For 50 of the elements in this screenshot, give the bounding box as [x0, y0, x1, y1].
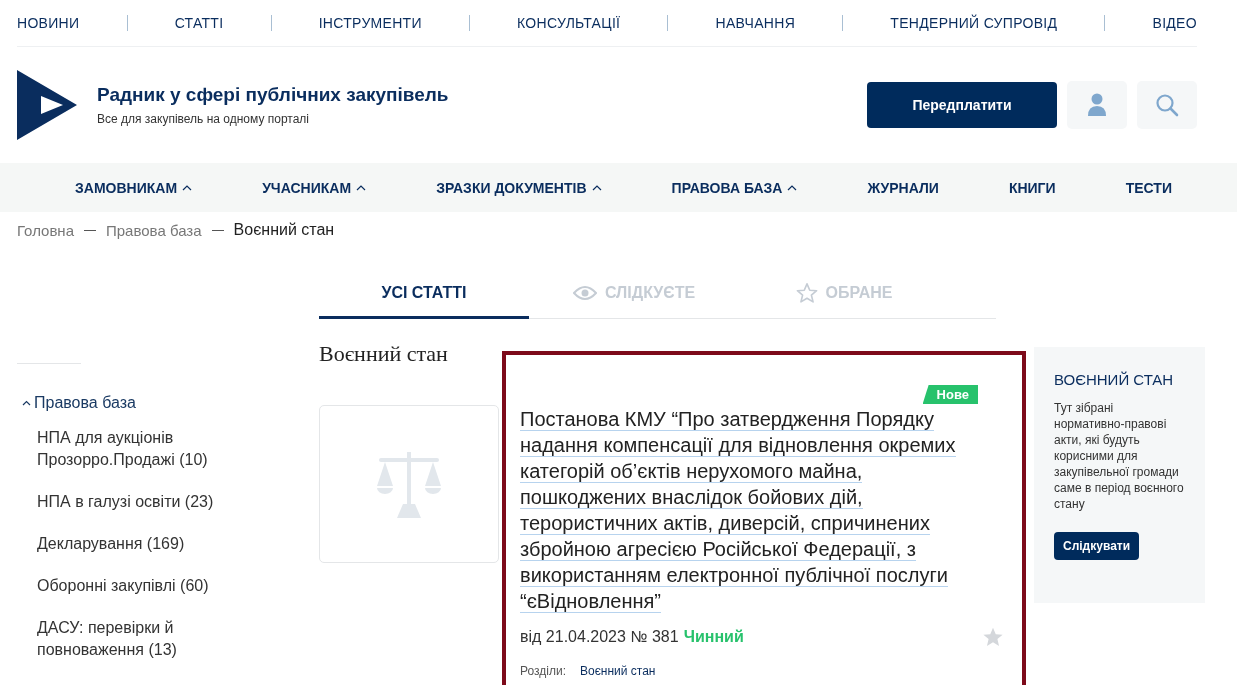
menu-item[interactable]: ЖУРНАЛИ — [867, 179, 939, 196]
site-title: Радник у сфері публічних закупівель — [97, 84, 449, 106]
site-subtitle: Все для закупівель на одному порталі — [97, 112, 311, 126]
status-label: Чинний — [683, 628, 744, 646]
breadcrumb-link[interactable]: Головна — [17, 221, 74, 239]
top-nav-link[interactable]: НАВЧАННЯ — [715, 15, 796, 31]
star-icon — [795, 281, 818, 304]
top-nav-link[interactable]: КОНСУЛЬТАЦІЇ — [517, 15, 621, 31]
menu-item[interactable]: ПРАВОВА БАЗА — [671, 179, 798, 196]
menu-item[interactable]: ТЕСТИ — [1125, 179, 1172, 196]
page-heading: Воєнний стан — [319, 341, 449, 367]
follow-button[interactable]: Слідкувати — [1054, 532, 1140, 560]
sidebar-subitem[interactable]: Декларування (169) — [37, 533, 247, 555]
sidebar-item[interactable]: Правова база — [22, 394, 319, 412]
search-icon — [1155, 93, 1179, 117]
star-icon[interactable] — [982, 626, 1004, 648]
caret-icon — [591, 184, 602, 191]
tab[interactable]: УСІ СТАТТІ — [319, 269, 529, 319]
sidebar-subitem[interactable]: НПА в галузі освіти (23) — [37, 491, 247, 513]
menu-item[interactable]: ЗРАЗКИ ДОКУМЕНТІВ — [436, 179, 602, 196]
breadcrumb-link[interactable]: Правова база — [106, 221, 202, 239]
sidebar-subitem[interactable]: НПА для аукціонів Прозорро.Продажі (10) — [37, 427, 247, 471]
search-button[interactable] — [1137, 81, 1197, 129]
top-nav-link[interactable]: ВІДЕО — [1152, 15, 1197, 31]
article-title-link[interactable]: Постанова КМУ “Про затвердження Порядку надання компенсації для відновлення окремих категорій об’єктів нерухомого майна, пошкоджених внаслідок бойових дій, терористичних актів, диверсій, спричинених збройною агресією Російської Федерації, з використанням електронної публічної послуги “єВідновлення” — [520, 406, 970, 614]
caret-icon — [787, 184, 798, 191]
top-nav-link[interactable]: НОВИНИ — [17, 15, 80, 31]
caret-icon — [182, 184, 193, 191]
new-badge: Нове — [922, 385, 978, 404]
subscribe-button[interactable]: Передплатити — [867, 82, 1057, 128]
eye-icon — [572, 284, 597, 301]
panel-text: Тут зібрані нормативно-правові акти, які будуть корисними для закупівельної громади саме в період воєнного стану — [1054, 400, 1185, 512]
sidebar-subitem[interactable]: ДАСУ: перевірки й повноваження (13) — [37, 617, 247, 661]
logo-icon[interactable] — [17, 70, 77, 140]
menu-item[interactable]: УЧАСНИКАМ — [262, 179, 367, 196]
breadcrumb-current: Воєнний стан — [233, 221, 335, 239]
menu-item[interactable]: ЗАМОВНИКАМ — [75, 179, 193, 196]
top-nav-link[interactable]: ІНСТРУМЕНТИ — [318, 15, 422, 31]
user-icon — [1087, 93, 1107, 117]
panel-title: ВОЄННИЙ СТАН — [1054, 371, 1175, 388]
sidebar-subitem[interactable]: Оборонні закупівлі (60) — [37, 575, 247, 597]
caret-icon — [22, 400, 31, 406]
top-nav-link[interactable]: СТАТТІ — [174, 15, 224, 31]
top-nav-link[interactable]: ТЕНДЕРНИЙ СУПРОВІД — [890, 15, 1058, 31]
profile-button[interactable] — [1067, 81, 1127, 129]
section-link[interactable]: Воєнний стан — [579, 664, 656, 678]
article-meta: від 21.04.2023 № 381 — [520, 628, 679, 646]
caret-icon — [356, 184, 367, 191]
sections-label: Розділи: — [520, 664, 566, 678]
menu-item[interactable]: КНИГИ — [1008, 179, 1056, 196]
